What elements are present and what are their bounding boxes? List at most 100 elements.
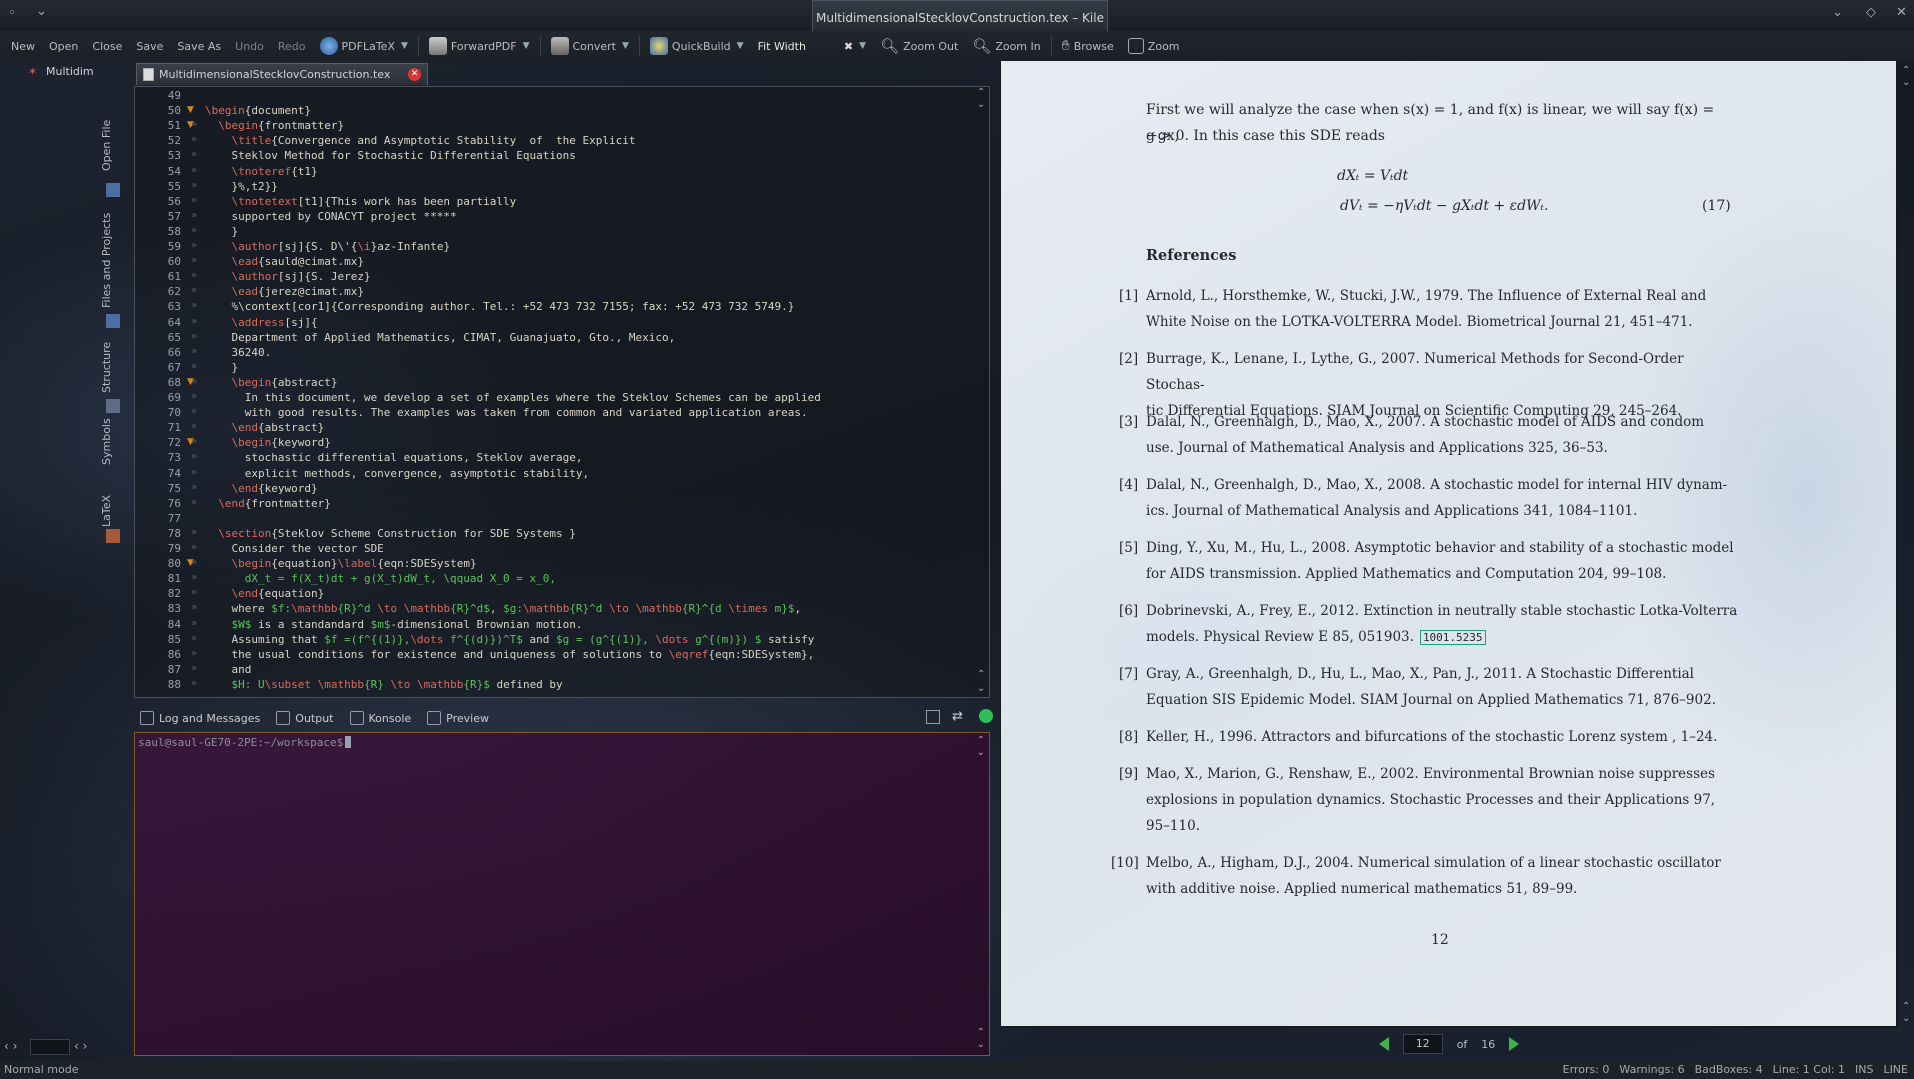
open-file-icon[interactable] <box>106 183 120 197</box>
scroll-down-icon[interactable]: ⌄ <box>1902 77 1910 88</box>
chevron-down-icon[interactable]: ▼ <box>859 41 866 51</box>
scroll-down-icon[interactable]: ⌄ <box>977 747 985 758</box>
code-line[interactable]: \author[sj]{S. Jerez} <box>205 270 371 283</box>
sidebar-search-input[interactable] <box>30 1039 70 1055</box>
nav-forward-icon[interactable]: ‹ › <box>74 1039 87 1053</box>
chevron-down-icon[interactable]: ⌄ <box>1832 5 1843 20</box>
scroll-up-icon[interactable]: ⌃ <box>977 87 985 98</box>
nav-back-icon[interactable]: ‹ › <box>4 1039 17 1053</box>
new-button[interactable]: New <box>4 40 42 53</box>
tab-latex[interactable]: LaTeX <box>100 495 113 527</box>
close-tab-icon[interactable]: ✕ <box>408 68 421 81</box>
code-line[interactable]: }%,t2}} <box>205 180 277 193</box>
code-line[interactable]: explicit methods, convergence, asymptoti… <box>205 467 589 480</box>
clear-icon[interactable]: ✖ <box>844 40 853 53</box>
code-line[interactable]: stochastic differential equations, Stekl… <box>205 451 583 464</box>
previous-page-icon[interactable] <box>1378 1037 1389 1051</box>
tab-log-and-messages[interactable]: Log and Messages <box>140 711 260 725</box>
tab-preview[interactable]: Preview <box>427 711 489 725</box>
code-line[interactable]: \begin{abstract} <box>205 376 338 389</box>
scroll-up-icon[interactable]: ⌃ <box>977 735 985 746</box>
zoom-out-button[interactable]: 🔍︎ Zoom Out <box>873 37 965 55</box>
code-line[interactable]: where $f:\mathbb{R}^d \to \mathbb{R}^d$,… <box>205 602 801 615</box>
minimize-all-icon[interactable]: ⌄ <box>36 4 47 19</box>
code-line[interactable]: \tnoteref{t1} <box>205 165 318 178</box>
window-menu-icon[interactable]: ◦ <box>8 6 16 21</box>
forwardpdf-button[interactable]: ForwardPDF ▼ <box>422 37 537 55</box>
close-window-icon[interactable]: ✕ <box>1896 5 1907 20</box>
scroll-up-icon[interactable]: ⌃ <box>1902 1001 1910 1012</box>
code-line[interactable]: Assuming that $f =(f^{(1)},\dots f^{(d)}… <box>205 633 814 646</box>
code-line[interactable]: supported by CONACYT project ***** <box>205 210 456 223</box>
code-line[interactable]: \end{abstract} <box>205 421 325 434</box>
code-line[interactable]: \end{frontmatter} <box>205 497 331 510</box>
code-line[interactable]: \tnotetext[t1]{This work has been partia… <box>205 195 517 208</box>
konsole-terminal[interactable]: saul@saul-GE70-2PE:~/workspace$ ⌃ ⌄ ⌃ ⌄ <box>134 732 990 1056</box>
project-item[interactable]: Multidim <box>46 65 94 78</box>
code-line[interactable]: $W$ is a standandard $m$-dimensional Bro… <box>205 618 583 631</box>
chevron-down-icon[interactable]: ▼ <box>737 41 744 51</box>
fold-marker-icon[interactable]: ▼ <box>187 105 194 115</box>
scroll-down-icon[interactable]: ⌄ <box>977 99 985 110</box>
code-line[interactable]: Department of Applied Mathematics, CIMAT… <box>205 331 675 344</box>
tab-open-file[interactable]: Open File <box>100 120 113 171</box>
chevron-down-icon[interactable]: ▼ <box>523 41 530 51</box>
code-line[interactable]: \section{Steklov Scheme Construction for… <box>205 527 576 540</box>
code-line[interactable]: } <box>205 225 238 238</box>
zoom-mode-select[interactable]: Fit Width ✖ ▼ <box>751 40 874 53</box>
code-line[interactable]: 36240. <box>205 346 271 359</box>
code-line[interactable]: \title{Convergence and Asymptotic Stabil… <box>205 134 636 147</box>
code-line[interactable]: \end{keyword} <box>205 482 318 495</box>
code-line[interactable]: $H: U\subset \mathbb{R} \to \mathbb{R}$ … <box>205 678 563 691</box>
code-line[interactable]: In this document, we develop a set of ex… <box>205 391 821 404</box>
zoom-in-button[interactable]: 🔍︎ Zoom In <box>965 37 1047 55</box>
code-line[interactable]: the usual conditions for existence and u… <box>205 648 814 661</box>
code-line[interactable]: \begin{equation}\label{eqn:SDESystem} <box>205 557 477 570</box>
keep-above-icon[interactable]: ◇ <box>1866 5 1876 20</box>
undo-button[interactable]: Undo <box>228 40 271 53</box>
convert-button[interactable]: Convert ▼ <box>544 37 636 55</box>
tab-output[interactable]: Output <box>276 711 334 725</box>
tab-konsole[interactable]: Konsole <box>349 711 411 725</box>
pdflatex-button[interactable]: PDFLaTeX ▼ <box>313 37 415 55</box>
sync-icon[interactable]: ⇄ <box>952 709 963 724</box>
chevron-down-icon[interactable]: ▼ <box>401 41 408 51</box>
save-button[interactable]: Save <box>129 40 170 53</box>
tab-symbols[interactable]: Symbols <box>100 418 113 465</box>
browse-button[interactable]: ✋︎ Browse <box>1055 38 1121 54</box>
code-line[interactable]: \begin{frontmatter} <box>205 119 344 132</box>
scroll-up-icon[interactable]: ⌃ <box>1902 65 1910 76</box>
scroll-up-icon[interactable]: ⌃ <box>977 1027 985 1038</box>
editor-tab[interactable]: MultidimensionalStecklovConstruction.tex… <box>136 63 428 85</box>
next-page-icon[interactable] <box>1509 1037 1520 1051</box>
scroll-up-icon[interactable]: ⌃ <box>977 669 985 680</box>
open-button[interactable]: Open <box>42 40 85 53</box>
redo-button[interactable]: Redo <box>271 40 313 53</box>
code-line[interactable]: with good results. The examples was take… <box>205 406 808 419</box>
code-line[interactable]: \begin{keyword} <box>205 436 331 449</box>
scroll-down-icon[interactable]: ⌄ <box>1902 1013 1910 1024</box>
editor-scrollbar[interactable]: ⌃ ⌄ ⌃ ⌄ <box>975 87 989 697</box>
code-line[interactable]: Consider the vector SDE <box>205 542 383 555</box>
latex-icon[interactable] <box>106 529 120 543</box>
find-icon[interactable] <box>926 710 940 724</box>
scroll-down-icon[interactable]: ⌄ <box>977 1039 985 1050</box>
page-number-input[interactable]: 12 <box>1402 1034 1443 1054</box>
close-button[interactable]: Close <box>85 40 129 53</box>
arxiv-link[interactable]: 1001.5235 <box>1419 630 1486 645</box>
save-as-button[interactable]: Save As <box>170 40 228 53</box>
code-line[interactable]: Steklov Method for Stochastic Differenti… <box>205 149 575 162</box>
code-line[interactable]: \author[sj]{S. D\'{\i}az-Infante} <box>205 240 451 253</box>
code-line[interactable]: \address[sj]{ <box>205 316 318 329</box>
files-icon[interactable] <box>106 314 120 328</box>
zoom-tool-button[interactable]: Zoom <box>1121 38 1187 54</box>
code-line[interactable]: \begin{document} <box>205 104 311 117</box>
quickbuild-button[interactable]: QuickBuild ▼ <box>643 37 751 55</box>
code-editor[interactable]: 49 50 ▼ 51 ▼ 52 53 54 55 56 57 58 59 60 61 62 63 64 65 66 67… <box>134 86 990 698</box>
code-line[interactable]: %\context[cor1]{Corresponding author. Te… <box>205 300 794 313</box>
code-line[interactable]: } <box>205 361 238 374</box>
pdf-viewer[interactable]: First we will analyze the case when s(x)… <box>1000 61 1910 1028</box>
tab-structure[interactable]: Structure <box>100 342 113 393</box>
structure-icon[interactable] <box>106 399 120 413</box>
code-line[interactable]: \ead{sauld@cimat.mx} <box>205 255 364 268</box>
